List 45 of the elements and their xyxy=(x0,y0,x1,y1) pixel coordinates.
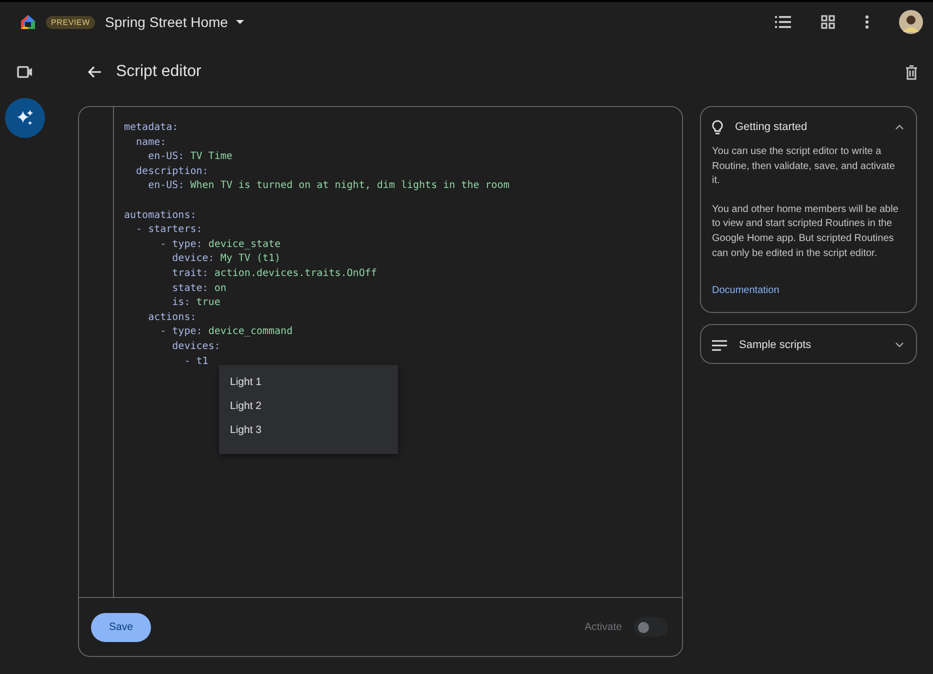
save-button[interactable]: Save xyxy=(91,612,151,642)
home-selector[interactable]: Spring Street Home xyxy=(103,14,246,30)
code-line: trait: action.devices.traits.OnOff xyxy=(171,266,377,281)
code-line: description: xyxy=(135,164,208,179)
caret-icon xyxy=(236,20,244,24)
chevron-down-icon[interactable] xyxy=(895,342,904,348)
suggestion-item[interactable]: Light 3 xyxy=(219,418,398,442)
assistant-button[interactable] xyxy=(5,98,45,138)
code-line: actions: xyxy=(147,310,196,325)
suggestion-item[interactable]: Light 2 xyxy=(219,394,398,418)
more-icon[interactable] xyxy=(865,15,869,29)
code-line: - starters: xyxy=(135,223,202,238)
code-line: automations: xyxy=(124,208,196,223)
preview-badge: PREVIEW xyxy=(46,16,95,28)
code-line: en-US: When TV is turned on at night, dim lights in the room xyxy=(147,179,510,194)
sparkle-icon xyxy=(16,109,34,127)
code-line: - type: device_state xyxy=(159,238,281,252)
panel-title: Sample scripts xyxy=(739,339,812,352)
lightbulb-icon xyxy=(712,120,723,134)
code-line: metadata: xyxy=(124,121,178,135)
help-text: You and other home members will be able to view and start scripted Routines in the Google Home app. But scripted Routines can only be edited in the script editor. xyxy=(712,202,900,261)
documentation-link[interactable]: Documentation xyxy=(712,285,780,296)
page-title: Script editor xyxy=(116,63,202,81)
back-arrow-icon[interactable] xyxy=(88,66,102,78)
home-logo-icon xyxy=(20,14,36,30)
code-line: - type: device_command xyxy=(159,325,293,340)
chevron-up-icon[interactable] xyxy=(895,124,904,130)
trash-icon[interactable] xyxy=(905,64,918,80)
code-line: devices: xyxy=(171,340,220,354)
lines-icon xyxy=(712,340,727,351)
code-line: - t1 xyxy=(183,354,208,368)
panel-title: Getting started xyxy=(735,121,808,133)
code-line: is: true xyxy=(171,296,220,310)
grid-icon[interactable] xyxy=(821,15,835,29)
code-line: name: xyxy=(135,136,166,150)
activate-label: Activate xyxy=(584,621,622,633)
code-line: device: My TV (t1) xyxy=(171,252,281,266)
suggestion-item[interactable]: Light 1 xyxy=(219,370,398,394)
list-icon[interactable] xyxy=(775,16,791,28)
help-text: You can use the script editor to write a Routine, then validate, save, and activate it. xyxy=(712,145,896,188)
activate-toggle[interactable] xyxy=(634,617,668,637)
code-line: en-US: TV Time xyxy=(147,150,232,164)
code-line: state: on xyxy=(171,282,226,296)
avatar-icon[interactable] xyxy=(899,10,923,34)
video-camera-icon[interactable] xyxy=(17,66,33,78)
